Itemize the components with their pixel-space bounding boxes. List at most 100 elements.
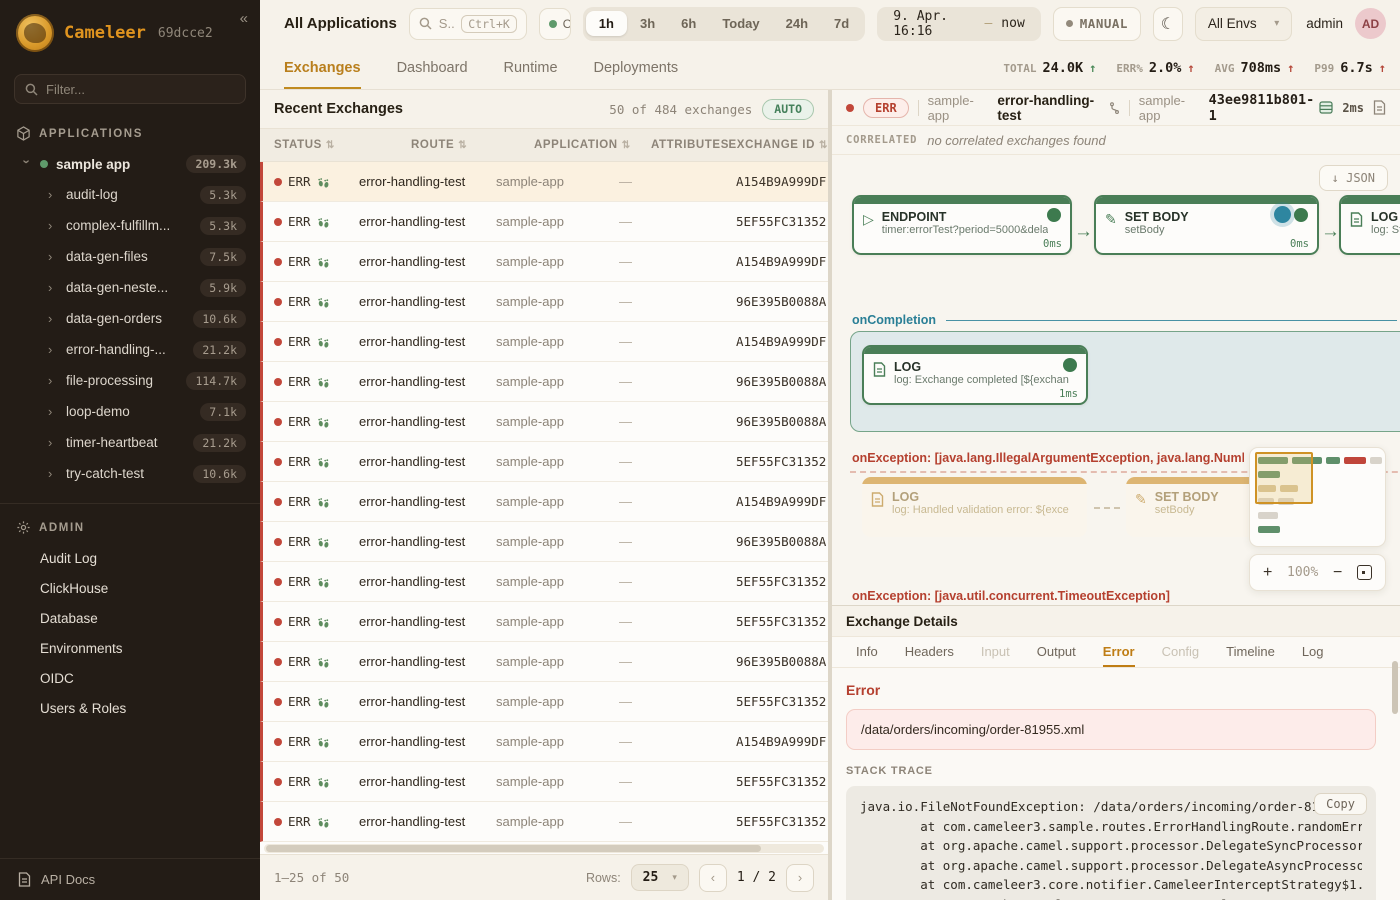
exchange-row[interactable]: ERR error-handling-test sample-app — A15… — [260, 722, 828, 762]
column-header[interactable]: EXCHANGE ID ⇅ — [729, 139, 828, 151]
exchange-row[interactable]: ERR error-handling-test sample-app — 96E… — [260, 642, 828, 682]
manual-refresh-button[interactable]: MANUAL — [1053, 7, 1141, 41]
minimap-viewport[interactable] — [1255, 452, 1313, 504]
time-range-option[interactable]: 24h — [773, 11, 821, 36]
auto-refresh-badge[interactable]: AUTO — [762, 99, 814, 120]
time-range-picker: 1h 3h 6h Today 24h 7d — [583, 7, 865, 41]
detail-tab[interactable]: Log — [1302, 637, 1324, 667]
chevron-right-icon: › — [48, 187, 58, 202]
node-set-body[interactable]: ✎ SET BODY setBody 0ms — [1094, 195, 1319, 255]
search-shortcut: Ctrl+K — [461, 15, 517, 33]
route-diagram-canvas[interactable]: ↓ JSON ▷ ENDPOINT timer:errorTest?period… — [832, 155, 1400, 605]
node-completion-log[interactable]: LOG log: Exchange completed [${exchan 1m… — [862, 345, 1088, 405]
main-tab[interactable]: Deployments — [594, 47, 679, 89]
filter-input[interactable] — [46, 82, 235, 97]
main-tab[interactable]: Dashboard — [397, 47, 468, 89]
diagram-minimap[interactable] — [1249, 447, 1386, 547]
detail-tab[interactable]: Output — [1037, 637, 1076, 667]
rows-per-page-select[interactable]: 25 ▾ — [631, 864, 689, 891]
exchange-row[interactable]: ERR error-handling-test sample-app — 5EF… — [260, 562, 828, 602]
node-endpoint[interactable]: ▷ ENDPOINT timer:errorTest?period=5000&d… — [852, 195, 1072, 255]
route-link[interactable]: error-handling-test — [997, 93, 1119, 123]
time-range-option[interactable]: 7d — [821, 11, 862, 36]
avatar[interactable]: AD — [1355, 8, 1386, 39]
horizontal-scrollbar[interactable] — [264, 844, 824, 853]
exchange-row[interactable]: ERR error-handling-test sample-app — A15… — [260, 322, 828, 362]
api-docs-link[interactable]: API Docs — [0, 858, 260, 900]
exchange-row[interactable]: ERR error-handling-test sample-app — 96E… — [260, 402, 828, 442]
copy-document-icon[interactable] — [1373, 100, 1386, 115]
sidebar-filter[interactable] — [14, 74, 246, 104]
sidebar-item-sample-app[interactable]: › sample app 209.3k — [0, 149, 260, 179]
sidebar-route-item[interactable]: › complex-fulfillm... 5.3k — [0, 210, 260, 241]
date-range-button[interactable]: 9. Apr. 16:16 – now — [877, 7, 1041, 41]
time-range-option[interactable]: Today — [709, 11, 772, 36]
stack-trace-box: java.io.FileNotFoundException: /data/ord… — [846, 786, 1376, 900]
detail-tab[interactable]: Error — [1103, 637, 1135, 667]
admin-menu-item[interactable]: OIDC — [0, 663, 260, 693]
sidebar-route-item[interactable]: › try-catch-test 10.6k — [0, 458, 260, 489]
column-header[interactable]: ROUTE ⇅ — [411, 139, 534, 151]
detail-tab[interactable]: Input — [981, 637, 1010, 667]
sidebar-route-item[interactable]: › audit-log 5.3k — [0, 179, 260, 210]
admin-menu-item[interactable]: Audit Log — [0, 543, 260, 573]
exchange-row[interactable]: ERR error-handling-test sample-app — 5EF… — [260, 762, 828, 802]
exchange-row[interactable]: ERR error-handling-test sample-app — A15… — [260, 242, 828, 282]
exchange-row[interactable]: ERR error-handling-test sample-app — 5EF… — [260, 682, 828, 722]
node-exception-log[interactable]: LOG log: Handled validation error: ${exc… — [862, 477, 1087, 537]
exchange-id[interactable]: 43ee9811b801-1 — [1209, 92, 1334, 124]
next-page-button[interactable]: › — [786, 864, 814, 892]
fit-view-button[interactable] — [1357, 565, 1372, 580]
node-status-dot — [1063, 358, 1077, 372]
sidebar-route-item[interactable]: › data-gen-orders 10.6k — [0, 303, 260, 334]
admin-menu-item[interactable]: Environments — [0, 633, 260, 663]
online-status-pill[interactable]: O — [539, 8, 571, 40]
footprints-icon — [317, 816, 330, 828]
copy-button[interactable]: Copy — [1314, 793, 1367, 815]
exchange-row[interactable]: ERR error-handling-test sample-app — A15… — [260, 162, 828, 202]
node-time: 0ms — [1043, 238, 1062, 250]
dark-mode-toggle[interactable]: ☾ — [1153, 7, 1183, 41]
zoom-in-button[interactable]: + — [1263, 564, 1272, 582]
main-tab[interactable]: Exchanges — [284, 47, 361, 89]
sidebar-route-item[interactable]: › timer-heartbeat 21.2k — [0, 427, 260, 458]
exchange-row[interactable]: ERR error-handling-test sample-app — 96E… — [260, 362, 828, 402]
admin-menu-item[interactable]: Users & Roles — [0, 693, 260, 723]
download-json-button[interactable]: ↓ JSON — [1319, 165, 1388, 191]
detail-tab[interactable]: Config — [1162, 637, 1200, 667]
sidebar-route-item[interactable]: › error-handling-... 21.2k — [0, 334, 260, 365]
zoom-out-button[interactable]: − — [1333, 564, 1342, 582]
sidebar-collapse-icon[interactable]: « — [240, 10, 248, 27]
detail-tab[interactable]: Info — [856, 637, 878, 667]
vertical-scrollbar-thumb[interactable] — [1392, 661, 1398, 714]
exchange-row[interactable]: ERR error-handling-test sample-app — 96E… — [260, 522, 828, 562]
time-range-option[interactable]: 3h — [627, 11, 668, 36]
sidebar-route-item[interactable]: › loop-demo 7.1k — [0, 396, 260, 427]
sidebar-route-item[interactable]: › data-gen-neste... 5.9k — [0, 272, 260, 303]
environment-select[interactable]: All Envs ▾ — [1195, 7, 1292, 41]
admin-menu-item[interactable]: Database — [0, 603, 260, 633]
exchange-row[interactable]: ERR error-handling-test sample-app — 5EF… — [260, 602, 828, 642]
column-header[interactable]: ATTRIBUTES ⇅ — [651, 139, 729, 151]
exchange-row[interactable]: ERR error-handling-test sample-app — A15… — [260, 482, 828, 522]
main-tab[interactable]: Runtime — [504, 47, 558, 89]
detail-tab[interactable]: Headers — [905, 637, 954, 667]
column-header[interactable]: STATUS ⇅ — [274, 139, 411, 151]
exchange-row[interactable]: ERR error-handling-test sample-app — 5EF… — [260, 442, 828, 482]
prev-page-button[interactable]: ‹ — [699, 864, 727, 892]
sidebar-route-item[interactable]: › file-processing 114.7k — [0, 365, 260, 396]
exchange-row[interactable]: ERR error-handling-test sample-app — 5EF… — [260, 802, 828, 842]
time-range-option[interactable]: 1h — [586, 11, 627, 36]
column-header[interactable]: APPLICATION ⇅ — [534, 139, 651, 151]
status-cell: ERR — [274, 254, 359, 269]
scrollbar-thumb[interactable] — [266, 845, 761, 852]
exchange-row[interactable]: ERR error-handling-test sample-app — 96E… — [260, 282, 828, 322]
sidebar-route-item[interactable]: › data-gen-files 7.5k — [0, 241, 260, 272]
global-search[interactable]: S... Ctrl+K — [409, 8, 527, 40]
node-log[interactable]: LOG log: Sta — [1339, 195, 1400, 255]
route-cell: error-handling-test — [359, 414, 496, 429]
detail-tab[interactable]: Timeline — [1226, 637, 1275, 667]
admin-menu-item[interactable]: ClickHouse — [0, 573, 260, 603]
time-range-option[interactable]: 6h — [668, 11, 709, 36]
exchange-row[interactable]: ERR error-handling-test sample-app — 5EF… — [260, 202, 828, 242]
